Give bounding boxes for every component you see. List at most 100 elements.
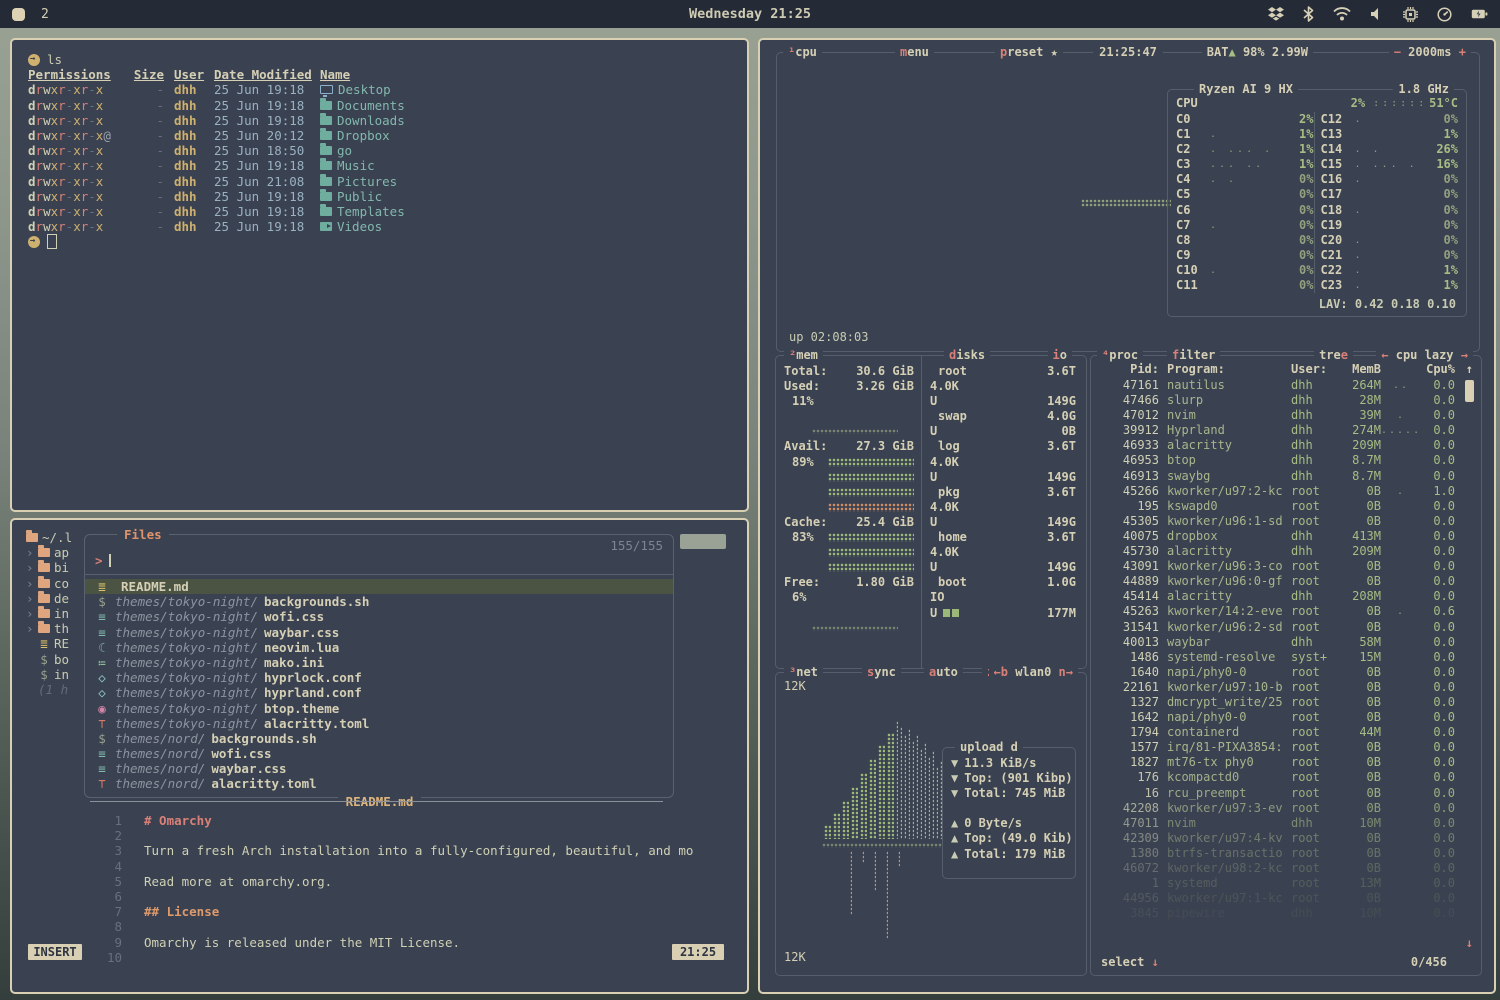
process-row[interactable]: 1327dmcrypt_write/25root0B0.0 — [1099, 695, 1455, 710]
preview-line: 9Omarchy is released under the MIT Licen… — [96, 935, 727, 950]
gauge-icon[interactable] — [1437, 7, 1452, 22]
process-row[interactable]: 42208kworker/u97:3-evroot0B0.0 — [1099, 801, 1455, 816]
process-row[interactable]: 22161kworker/u97:10-broot0B0.0 — [1099, 680, 1455, 695]
editor-scroll-indicator[interactable] — [680, 534, 726, 549]
process-row[interactable]: 40075dropboxdhh413M0.0 — [1099, 529, 1455, 544]
process-row[interactable]: 44889kworker/u96:0-gfroot0B0.0 — [1099, 574, 1455, 589]
mem-row — [784, 424, 914, 439]
picker-item[interactable]: ≔themes/tokyo-night/mako.ini — [85, 655, 673, 670]
net-interface-switcher[interactable]: ←b wlan0 n→ — [989, 665, 1079, 680]
process-row[interactable]: 1642napi/phy0-0root0B0.0 — [1099, 710, 1455, 725]
select-label[interactable]: select ↓ — [1101, 955, 1159, 970]
process-row[interactable]: 1systemdroot13M0.0 — [1099, 876, 1455, 891]
picker-item[interactable]: $themes/tokyo-night/backgrounds.sh — [85, 594, 673, 609]
disks-title[interactable]: disks — [944, 348, 990, 363]
picker-item[interactable]: ◇themes/tokyo-night/hyprlock.conf — [85, 670, 673, 685]
tree-item[interactable]: ›co — [26, 576, 90, 591]
process-row[interactable]: 42309kworker/u97:4-kvroot0B0.0 — [1099, 831, 1455, 846]
process-row[interactable]: 47012nvimdhh39M.0.0 — [1099, 408, 1455, 423]
net-download-stat: ▼Top: (901 Kibp) — [951, 771, 1067, 786]
file-tree: ~/.l›ap›bi›co›de›in›th≣RE$bo$in(1 h — [26, 530, 90, 697]
tree-item[interactable]: ›de — [26, 591, 90, 606]
process-row[interactable]: 44956kworker/u97:1-kcroot0B0.0 — [1099, 891, 1455, 906]
ls-row: drwxr-xr-x@-dhh25 Jun 20:12Dropbox — [28, 128, 737, 143]
process-row[interactable]: 47466slurpdhh28M0.0 — [1099, 393, 1455, 408]
process-row[interactable]: 45414alacrittydhh208M0.0 — [1099, 589, 1455, 604]
process-row[interactable]: 46913swaybgdhh8.7M0.0 — [1099, 469, 1455, 484]
process-row[interactable]: 3845pipewiredhh10M0.0 — [1099, 906, 1455, 921]
picker-item[interactable]: ≡themes/nord/wofi.css — [85, 746, 673, 761]
wifi-icon[interactable] — [1333, 7, 1351, 21]
net-box-title[interactable]: ³net — [784, 665, 823, 680]
proc-scrollbar[interactable] — [1465, 380, 1474, 402]
terminal-window[interactable]: ls PermissionsSizeUserDate ModifiedName … — [10, 38, 749, 512]
proc-box-title[interactable]: ⁴proc — [1097, 348, 1143, 363]
process-row[interactable]: 1794containerdroot44M0.0 — [1099, 725, 1455, 740]
process-row[interactable]: 46953btopdhh8.7M0.0 — [1099, 453, 1455, 468]
picker-item[interactable]: ≡themes/nord/waybar.css — [85, 761, 673, 776]
tree-item[interactable]: ›ap — [26, 545, 90, 560]
picker-item[interactable]: ≡themes/tokyo-night/waybar.css — [85, 625, 673, 640]
editor-window[interactable]: ~/.l›ap›bi›co›de›in›th≣RE$bo$in(1 h File… — [10, 518, 749, 994]
proc-tree-button[interactable]: tree — [1314, 348, 1353, 363]
picker-item[interactable]: ⊤themes/nord/alacritty.toml — [85, 776, 673, 791]
scroll-down-icon[interactable]: ↓ — [1466, 936, 1473, 951]
tree-item[interactable]: ≣RE — [26, 636, 90, 651]
tree-item[interactable]: $bo — [26, 652, 90, 667]
process-row[interactable]: 1827mt76-tx phy0root0B0.0 — [1099, 755, 1455, 770]
terminal-cursor[interactable] — [47, 234, 57, 249]
bluetooth-icon[interactable] — [1303, 6, 1314, 22]
update-interval-control[interactable]: − 2000ms + — [1389, 45, 1471, 60]
process-row[interactable]: 43091kworker/u96:3-coroot0B0.0 — [1099, 559, 1455, 574]
process-row[interactable]: 47011nvimdhh10M0.0 — [1099, 816, 1455, 831]
proc-header-row[interactable]: Pid: Program: User: MemB Cpu% — [1099, 362, 1455, 377]
mem-meter — [828, 548, 914, 557]
chip-icon[interactable] — [1403, 7, 1418, 22]
picker-item[interactable]: ◇themes/tokyo-night/hyprland.conf — [85, 685, 673, 700]
process-row[interactable]: 39912Hyprlanddhh274M.....0.0 — [1099, 423, 1455, 438]
dropbox-icon[interactable] — [1268, 7, 1284, 21]
process-row[interactable]: 31541kworker/u96:2-sdroot0B0.0 — [1099, 620, 1455, 635]
tree-item[interactable]: $in — [26, 667, 90, 682]
picker-item[interactable]: ⊤themes/tokyo-night/alacritty.toml — [85, 716, 673, 731]
proc-filter-button[interactable]: filter — [1167, 348, 1220, 363]
picker-prompt[interactable]: > — [95, 553, 111, 568]
picker-item[interactable]: $themes/nord/backgrounds.sh — [85, 731, 673, 746]
process-row[interactable]: 46933alacrittydhh209M0.0 — [1099, 438, 1455, 453]
process-row[interactable]: 1640napi/phy0-0root0B0.0 — [1099, 665, 1455, 680]
process-row[interactable]: 176kcompactd0root0B0.0 — [1099, 770, 1455, 785]
picker-item[interactable]: ≣README.md — [85, 579, 673, 594]
mem-box-title[interactable]: ²mem — [784, 348, 823, 363]
process-row[interactable]: 45266kworker/u97:2-kcroot0B.1.0 — [1099, 484, 1455, 499]
tree-item[interactable]: ›th — [26, 621, 90, 636]
proc-sort-switcher[interactable]: ← cpu lazy → — [1376, 348, 1473, 363]
volume-icon[interactable] — [1370, 7, 1384, 21]
process-row[interactable]: 45305kworker/u96:1-sdroot0B0.0 — [1099, 514, 1455, 529]
sort-direction-icon[interactable]: ↑ — [1466, 362, 1473, 377]
tree-item[interactable]: ›bi — [26, 560, 90, 575]
filetype-icon: ⊤ — [95, 776, 109, 791]
process-row[interactable]: 195kswapd0root0B0.0 — [1099, 499, 1455, 514]
process-row[interactable]: 40013waybardhh58M0.0 — [1099, 635, 1455, 650]
battery-charging-icon[interactable] — [1471, 7, 1488, 21]
io-title[interactable]: io — [1048, 348, 1072, 363]
process-row[interactable]: 16rcu_preemptroot0B0.0 — [1099, 786, 1455, 801]
process-row[interactable]: 46072kworker/u98:2-kcroot0B0.0 — [1099, 861, 1455, 876]
net-sync-button[interactable]: sync — [862, 665, 901, 680]
picker-item[interactable]: ◉themes/tokyo-night/btop.theme — [85, 701, 673, 716]
process-row[interactable]: 45263kworker/14:2-everoot0B.0.6 — [1099, 604, 1455, 619]
net-auto-button[interactable]: auto — [924, 665, 963, 680]
picker-item[interactable]: ☾themes/tokyo-night/neovim.lua — [85, 640, 673, 655]
picker-item[interactable]: ≡themes/tokyo-night/wofi.css — [85, 609, 673, 624]
tree-root[interactable]: ~/.l — [26, 530, 90, 545]
process-row[interactable]: 47161nautilusdhh264M..0.0 — [1099, 378, 1455, 393]
picker-separator — [85, 574, 673, 575]
tree-item[interactable]: (1 h — [26, 682, 90, 697]
process-row[interactable]: 1577irq/81-PIXA3854:root0B0.0 — [1099, 740, 1455, 755]
process-row[interactable]: 1486systemd-resolvesyst+15M0.0 — [1099, 650, 1455, 665]
process-row[interactable]: 45730alacrittydhh209M0.0 — [1099, 544, 1455, 559]
tree-item[interactable]: ›in — [26, 606, 90, 621]
process-row[interactable]: 1380btrfs-transactioroot0B0.0 — [1099, 846, 1455, 861]
disk-row: 4.0K — [930, 379, 1076, 394]
btop-window[interactable]: ¹cpu menu preset ★ 21:25:47 BAT▲ 98% 2.9… — [758, 38, 1496, 994]
